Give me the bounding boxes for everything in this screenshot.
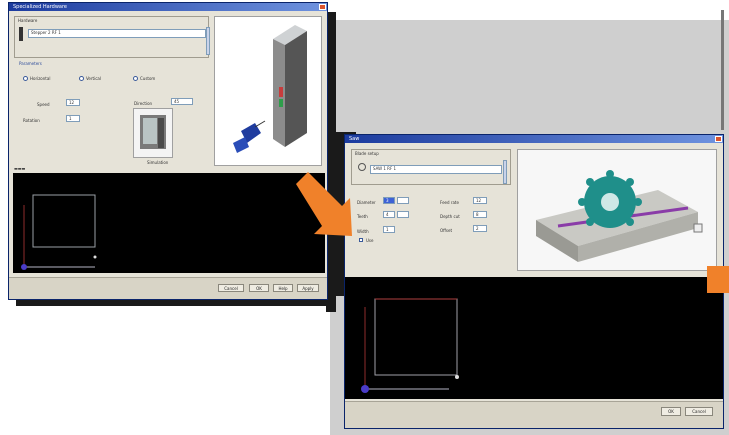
tab-label: Blade setup <box>355 151 379 156</box>
feed-label: Feed rate <box>440 200 459 205</box>
teeth-unit[interactable] <box>397 211 409 218</box>
toolpath-drawing <box>21 194 97 270</box>
horizontal-label: Horizontal <box>30 76 51 81</box>
tab-label: Hardware <box>18 18 38 23</box>
preview-caption: Simulation <box>147 160 169 165</box>
rotation-field[interactable]: 1 <box>66 115 80 122</box>
saw-window: Saw Blade setup SAW 1 RF 1 Diameter 3 Te… <box>344 134 724 429</box>
close-button[interactable] <box>715 136 722 142</box>
toolpath-drawing <box>361 298 459 393</box>
depth-field[interactable]: 8 <box>473 211 487 218</box>
teeth-field[interactable]: 4 <box>383 211 395 218</box>
pattern-field[interactable]: SAW 1 RF 1 <box>370 165 502 174</box>
parameters-label: Parameters <box>19 61 42 66</box>
window-title: Specialized Hardware <box>13 4 68 10</box>
cancel-button[interactable]: Cancel <box>685 407 713 416</box>
direction-label: Direction <box>134 101 153 106</box>
close-button[interactable] <box>319 4 326 10</box>
tool-icon <box>19 27 23 41</box>
title-bar[interactable]: Specialized Hardware <box>9 3 327 11</box>
toolpath-canvas[interactable] <box>345 277 723 399</box>
saw-preview <box>517 149 717 271</box>
specialized-hardware-window: Specialized Hardware Hardware Stepper 2 … <box>8 2 328 300</box>
depth-label: Depth cut <box>440 214 460 219</box>
speed-field[interactable]: 12 <box>66 99 80 106</box>
offset-label: Offset <box>440 228 453 233</box>
orange-marker <box>707 266 729 293</box>
diameter-field[interactable]: 3 <box>383 197 395 204</box>
width-field[interactable]: 1 <box>383 226 395 233</box>
vertical-label: Vertical <box>86 76 101 81</box>
canvas-label: ▬▬▬ <box>14 166 26 171</box>
window-title: Saw <box>349 136 360 142</box>
ok-button[interactable]: OK <box>249 284 269 292</box>
title-bar[interactable]: Saw <box>345 135 723 143</box>
custom-radio[interactable] <box>133 76 138 81</box>
machine-thumbnail-icon <box>140 115 166 149</box>
toolpath-canvas[interactable] <box>13 173 325 273</box>
direction-field[interactable]: 45 <box>171 98 193 105</box>
rotation-label: Rotation <box>23 118 40 123</box>
apply-button[interactable]: Apply <box>297 284 319 292</box>
pattern-scrollbar[interactable] <box>503 160 507 184</box>
blade-setup-group: Blade setup SAW 1 RF 1 <box>351 149 511 185</box>
machine-3d-icon <box>233 25 307 153</box>
feed-field[interactable]: 12 <box>473 197 487 204</box>
speed-label: Speed <box>37 102 50 107</box>
offset-field[interactable]: 2 <box>473 225 487 232</box>
saw-blade-icon <box>578 170 642 228</box>
cancel-button[interactable]: Cancel <box>218 284 244 292</box>
machine-preview <box>214 16 322 166</box>
edge-line <box>721 10 724 130</box>
ok-button[interactable]: OK <box>661 407 681 416</box>
hardware-group: Hardware Stepper 2 RF 1 <box>14 16 210 58</box>
horizontal-radio[interactable] <box>23 76 28 81</box>
saw-3d-icon <box>536 170 703 262</box>
custom-label: Custom <box>140 76 156 81</box>
pattern-scrollbar[interactable] <box>206 27 210 55</box>
small-preview <box>133 108 173 158</box>
help-button[interactable]: Help <box>273 284 293 292</box>
arrow-icon <box>296 172 352 236</box>
vertical-radio[interactable] <box>79 76 84 81</box>
pattern-field[interactable]: Stepper 2 RF 1 <box>28 29 206 38</box>
diameter-unit[interactable] <box>397 197 409 204</box>
use-label: Use <box>366 238 374 243</box>
